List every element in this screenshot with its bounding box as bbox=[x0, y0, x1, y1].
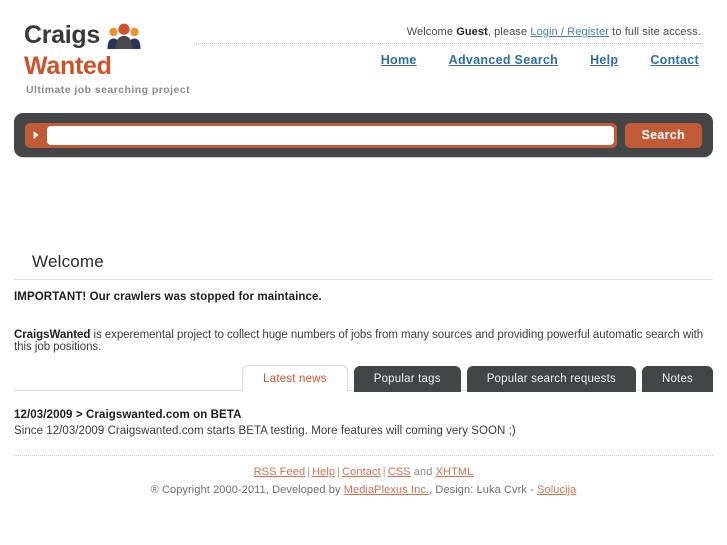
main-content: Welcome IMPORTANT! Our crawlers was stop… bbox=[14, 252, 713, 353]
logo-text-craigs: Craigs bbox=[24, 21, 101, 49]
important-notice: IMPORTANT! Our crawlers was stopped for … bbox=[14, 291, 322, 303]
tab-notes[interactable]: Notes bbox=[641, 366, 713, 392]
nav-item-advanced-search[interactable]: Advanced Search bbox=[449, 53, 558, 67]
welcome-prefix: Welcome bbox=[406, 26, 457, 38]
footer-link-xhtml[interactable]: XHTML bbox=[436, 466, 474, 478]
site-footer: RSS Feed | Help | Contact | CSS and XHTML ® Co… bbox=[14, 455, 713, 496]
tab-list: Latest news Popular tags Popular search … bbox=[14, 364, 713, 392]
title-divider bbox=[14, 279, 713, 280]
welcome-username: Guest bbox=[456, 26, 488, 38]
footer-link-help[interactable]: Help bbox=[312, 466, 335, 478]
footer-divider bbox=[14, 455, 713, 456]
page-root: Craigs Wanted Ultimate job searching pro… bbox=[0, 0, 727, 545]
play-arrow-icon bbox=[25, 123, 47, 148]
tabs-area: Latest news Popular tags Popular search … bbox=[14, 364, 713, 392]
intro-text: is experemental project to collect huge … bbox=[14, 329, 704, 353]
copyright-middle: , Design: Luka Cvrk - bbox=[429, 484, 538, 496]
tab-popular-search-requests[interactable]: Popular search requests bbox=[466, 366, 636, 392]
nav-item-help[interactable]: Help bbox=[590, 53, 618, 67]
site-header: Craigs Wanted Ultimate job searching pro… bbox=[0, 0, 727, 100]
footer-links: RSS Feed | Help | Contact | CSS and XHTML bbox=[14, 466, 713, 478]
top-navigation: Home Advanced Search Help Contact bbox=[196, 53, 701, 67]
page-title: Welcome bbox=[32, 252, 104, 271]
search-button[interactable]: Search bbox=[624, 122, 702, 148]
search-bar: Search bbox=[14, 113, 713, 157]
search-input[interactable] bbox=[47, 125, 614, 145]
people-group-icon bbox=[106, 23, 142, 49]
footer-and-word: and bbox=[413, 466, 433, 478]
header-divider bbox=[196, 43, 701, 44]
news-item-title: 12/03/2009 > Craigswanted.com on BETA bbox=[14, 409, 242, 421]
welcome-line: Welcome Guest, please Login / Register t… bbox=[196, 26, 701, 43]
intro-brand: CraigsWanted bbox=[14, 329, 91, 341]
footer-link-solucija[interactable]: Solucija bbox=[537, 484, 576, 496]
footer-copyright: ® Copyright 2000-2011, Developed by Medi… bbox=[14, 484, 713, 496]
tab-popular-tags[interactable]: Popular tags bbox=[353, 366, 461, 392]
intro-paragraph: CraigsWanted is experemental project to … bbox=[14, 329, 713, 353]
nav-item-home[interactable]: Home bbox=[381, 53, 417, 67]
welcome-middle: , please bbox=[487, 26, 531, 38]
header-right: Welcome Guest, please Login / Register t… bbox=[196, 26, 701, 67]
tab-latest-news[interactable]: Latest news bbox=[242, 365, 348, 392]
copyright-prefix: ® Copyright 2000-2011, Developed by bbox=[150, 484, 344, 496]
welcome-suffix: to full site access. bbox=[609, 26, 701, 38]
login-register-link[interactable]: Login / Register bbox=[530, 26, 609, 38]
nav-item-contact[interactable]: Contact bbox=[650, 53, 699, 67]
footer-sep-3: | bbox=[382, 466, 386, 478]
tab-panel-latest-news: 12/03/2009 > Craigswanted.com on BETA Si… bbox=[14, 409, 713, 437]
footer-link-rss-feed[interactable]: RSS Feed bbox=[254, 466, 306, 478]
news-item-body: Since 12/03/2009 Craigswanted.com starts… bbox=[14, 425, 516, 437]
logo-tagline: Ultimate job searching project bbox=[26, 84, 191, 96]
search-field-wrapper bbox=[25, 122, 617, 148]
footer-link-css[interactable]: CSS bbox=[388, 466, 411, 478]
footer-link-mediaplexus[interactable]: MediaPlexus Inc. bbox=[344, 484, 429, 496]
footer-link-contact[interactable]: Contact bbox=[342, 466, 381, 478]
